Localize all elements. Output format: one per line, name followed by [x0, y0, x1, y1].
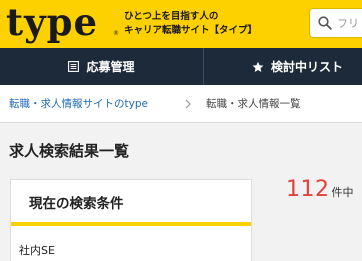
tagline-line-2: キャリア転職サイト【タイプ】 — [124, 25, 258, 36]
result-count-unit: 件中 — [331, 186, 354, 199]
search-icon — [318, 16, 332, 30]
breadcrumb-home-link[interactable]: 転職・求人情報サイトのtype — [9, 96, 148, 111]
star-icon — [252, 61, 264, 73]
tagline-line-1: ひとつ上を目指す人の — [124, 11, 219, 22]
condition-value: 社内SE — [19, 244, 55, 257]
chevron-right-icon — [185, 99, 191, 109]
search-placeholder: フリ — [337, 17, 359, 30]
nav-apply-management[interactable]: 応募管理 — [0, 48, 203, 85]
site-header: type ® ひとつ上を目指す人の キャリア転職サイト【タイプ】 フリ — [0, 0, 362, 48]
result-count-number: 112 — [286, 177, 330, 202]
registered-mark: ® — [113, 30, 119, 37]
search-conditions-title: 現在の検索条件 — [29, 196, 124, 212]
tagline: ひとつ上を目指す人の キャリア転職サイト【タイプ】 — [124, 10, 257, 38]
yellow-underline — [11, 222, 251, 226]
breadcrumb: 転職・求人情報サイトのtype 転職・求人情報一覧 — [0, 85, 362, 123]
main-nav: 応募管理 検討中リスト — [0, 48, 362, 85]
search-input[interactable]: フリ — [309, 8, 362, 38]
result-count: 112 件中 — [286, 177, 354, 202]
type-logo[interactable]: type — [6, 0, 98, 44]
breadcrumb-current: 転職・求人情報一覧 — [206, 98, 301, 110]
search-conditions-panel: 現在の検索条件 社内SE — [10, 179, 252, 261]
nav-saved-list[interactable]: 検討中リスト — [204, 48, 362, 85]
page-title: 求人検索結果一覧 — [9, 142, 130, 160]
list-box-icon — [68, 61, 80, 72]
nav-saved-label: 検討中リスト — [271, 60, 344, 74]
nav-apply-label: 応募管理 — [86, 60, 135, 74]
